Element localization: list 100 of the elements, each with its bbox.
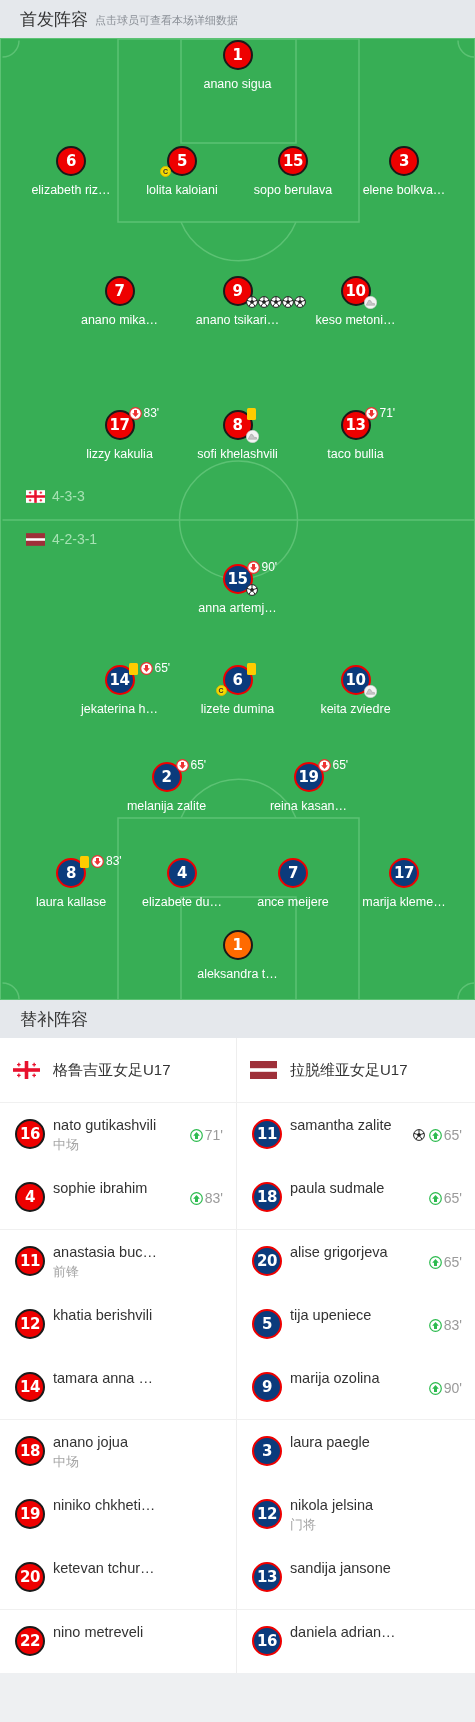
player-number[interactable]: 7	[278, 858, 308, 888]
player-number[interactable]: 9	[222, 276, 253, 306]
player-number[interactable]: 19	[15, 1499, 45, 1529]
player-number[interactable]: 18	[15, 1436, 45, 1466]
player-name[interactable]: ketevan tchur…	[53, 1559, 223, 1578]
player-number[interactable]: 22	[15, 1626, 45, 1656]
player-number[interactable]: 16	[252, 1626, 282, 1656]
card-icon	[246, 407, 256, 420]
player-number[interactable]: 1	[222, 40, 253, 70]
player-number[interactable]: 4	[167, 858, 197, 888]
player-name[interactable]: taco bullia	[327, 446, 384, 462]
player-name[interactable]: keso metoni…	[315, 312, 396, 328]
player-name[interactable]: anano jojua	[53, 1433, 223, 1452]
minute-text: 90'	[261, 561, 278, 574]
player-number[interactable]: 17	[389, 858, 419, 888]
player-name[interactable]: reina kasan…	[269, 798, 348, 814]
player-number[interactable]: 9	[252, 1372, 282, 1402]
down-arrow-icon	[128, 407, 142, 420]
minute-text: 65'	[443, 1255, 462, 1269]
player-name[interactable]: marija kleme…	[362, 894, 446, 910]
player-number[interactable]: 6	[222, 665, 253, 695]
player-name[interactable]: nato gutikashvili	[53, 1116, 190, 1135]
player-number[interactable]: 3	[389, 146, 419, 176]
player-number[interactable]: 5	[252, 1309, 282, 1339]
player-name[interactable]: melanija zalite	[126, 798, 207, 814]
player-name[interactable]: marija ozolina	[290, 1369, 429, 1388]
player-name[interactable]: anastasia buc…	[53, 1243, 223, 1262]
player-number[interactable]: 11	[252, 1119, 282, 1149]
player-name[interactable]: ance meijere	[257, 894, 329, 910]
player-number[interactable]: 5	[167, 146, 197, 176]
player-name[interactable]: sofi khelashvili	[197, 446, 278, 462]
minute-text: 71'	[379, 407, 396, 420]
player-number[interactable]: 12	[15, 1309, 45, 1339]
player-name[interactable]: elizabeth riz…	[31, 182, 111, 198]
player-number[interactable]: 13	[252, 1562, 282, 1592]
player-name[interactable]: lizete dumina	[200, 701, 275, 717]
section-title: 替补阵容	[20, 1008, 88, 1031]
player-name[interactable]: anna artemj…	[198, 600, 277, 616]
player-number[interactable]: 16	[15, 1119, 45, 1149]
player-name[interactable]: laura paegle	[290, 1433, 462, 1452]
player-number[interactable]: 2	[151, 762, 182, 792]
player-name[interactable]: nino metreveli	[53, 1623, 223, 1642]
player-number[interactable]: 15	[222, 564, 253, 594]
player-name[interactable]: alise grigorjeva	[290, 1243, 429, 1262]
player-number[interactable]: 20	[252, 1246, 282, 1276]
player-number[interactable]: 7	[104, 276, 135, 306]
player-name[interactable]: anano sigua	[203, 76, 272, 92]
player-name[interactable]: jekaterina h…	[80, 701, 159, 717]
player-name[interactable]: elizabete du…	[142, 894, 222, 910]
player-name[interactable]: anano tsikari…	[195, 312, 280, 328]
down-arrow-icon	[175, 759, 189, 772]
minute-text: 90'	[443, 1381, 462, 1395]
player-number[interactable]: 1	[222, 930, 253, 960]
player-name[interactable]: sopo berulava	[253, 182, 333, 198]
player-name[interactable]: keita zviedre	[320, 701, 391, 717]
up-arrow-icon	[428, 1318, 442, 1332]
minute-text: 65'	[443, 1128, 462, 1142]
player-name[interactable]: paula sudmale	[290, 1179, 429, 1198]
player-name[interactable]: daniela adrian…	[290, 1623, 462, 1642]
ball-icon	[257, 296, 270, 308]
section-title: 首发阵容	[20, 8, 88, 31]
down-arrow-icon	[246, 561, 260, 574]
card-icon	[246, 662, 256, 675]
player-name[interactable]: niniko chkheti…	[53, 1496, 223, 1515]
player-name[interactable]: laura kallase	[35, 894, 107, 910]
player-number[interactable]: 11	[15, 1246, 45, 1276]
player-number[interactable]: 8	[222, 410, 253, 440]
formation-label: 4-2-3-1	[52, 531, 98, 547]
player-name[interactable]: samantha zalite	[290, 1116, 413, 1135]
player-name[interactable]: nikola jelsina	[290, 1496, 462, 1515]
player-name[interactable]: sophie ibrahim	[53, 1179, 190, 1198]
player-number[interactable]: 10	[340, 665, 371, 695]
player-name[interactable]: tija upeniece	[290, 1306, 429, 1325]
player-name[interactable]: khatia berishvili	[53, 1306, 223, 1325]
player-number[interactable]: 15	[278, 146, 308, 176]
player-number[interactable]: 20	[15, 1562, 45, 1592]
player-number[interactable]: 12	[252, 1499, 282, 1529]
player-name[interactable]: aleksandra t…	[197, 966, 278, 982]
player-name[interactable]: sandija jansone	[290, 1559, 462, 1578]
player-number[interactable]: 10	[340, 276, 371, 306]
position-label: 中场	[53, 1136, 80, 1154]
down-arrow-icon	[317, 759, 331, 772]
player-name[interactable]: elene bolkva…	[362, 182, 446, 198]
player-number[interactable]: 18	[252, 1182, 282, 1212]
team-name: 拉脱维亚女足U17	[290, 1060, 408, 1080]
player-name[interactable]: lolita kaloiani	[146, 182, 218, 198]
player-number[interactable]: 17	[104, 410, 135, 440]
player-number[interactable]: 4	[15, 1182, 45, 1212]
player-number[interactable]: 14	[15, 1372, 45, 1402]
player-name[interactable]: lizzy kakulia	[86, 446, 153, 462]
player-name[interactable]: tamara anna …	[53, 1369, 223, 1388]
player-number[interactable]: 3	[252, 1436, 282, 1466]
player-name[interactable]: anano mika…	[80, 312, 159, 328]
down-arrow-icon	[364, 407, 378, 420]
player-number[interactable]: 8	[56, 858, 86, 888]
player-number[interactable]: 13	[340, 410, 371, 440]
player-number[interactable]: 19	[293, 762, 324, 792]
minute-text: 83'	[106, 855, 122, 868]
player-number[interactable]: 6	[56, 146, 86, 176]
player-number[interactable]: 14	[104, 665, 135, 695]
